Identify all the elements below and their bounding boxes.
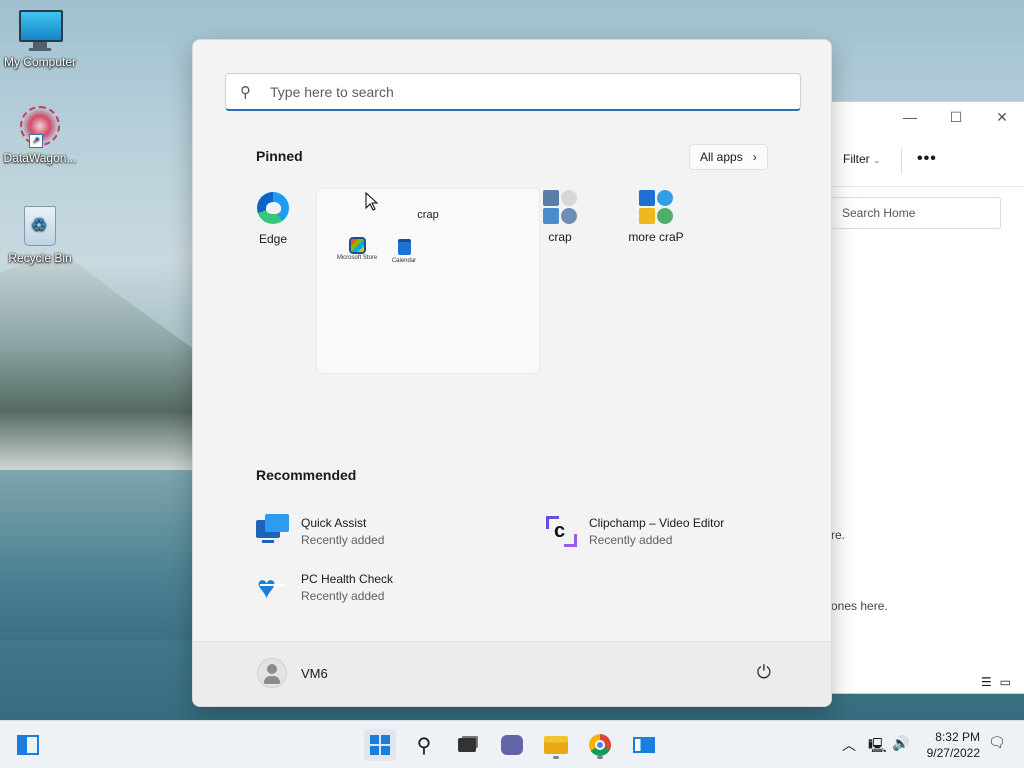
- windows-logo-icon: [370, 735, 390, 755]
- mouse-cursor-icon: [365, 192, 379, 211]
- recommended-pc-health-check[interactable]: ♥ PC Health Check Recently added: [256, 570, 393, 604]
- wallpaper-lake: [0, 470, 200, 640]
- microsoft-store-icon: [348, 237, 366, 254]
- power-icon[interactable]: ⏻: [757, 662, 771, 683]
- pinned-folder-crap[interactable]: crap: [515, 190, 605, 244]
- more-options-button[interactable]: •••: [917, 150, 937, 168]
- folder-title: crap: [417, 209, 439, 221]
- pinned-folder-more-crap[interactable]: more craP: [611, 190, 701, 244]
- chrome-icon: [589, 734, 611, 756]
- window-app-icon: [633, 737, 655, 753]
- widgets-icon: [17, 735, 39, 755]
- pinned-app-label: crap: [548, 230, 572, 244]
- folder-icon: [544, 736, 568, 754]
- recommended-subtitle: Recently added: [589, 533, 673, 547]
- app-window-button[interactable]: [628, 729, 660, 761]
- recommended-subtitle: Recently added: [301, 589, 385, 603]
- minimize-button[interactable]: —: [887, 102, 933, 132]
- notification-icon[interactable]: 🗨: [988, 734, 1006, 751]
- recycle-bin-icon: [19, 206, 61, 248]
- chevron-up-icon[interactable]: ︿: [842, 735, 856, 755]
- filter-button[interactable]: Filter ⌄: [843, 152, 881, 166]
- chevron-down-icon: ⌄: [873, 155, 881, 165]
- calendar-icon: [397, 239, 411, 255]
- maximize-button[interactable]: ☐: [933, 102, 979, 132]
- desktop-icon-datawagon[interactable]: ↗ DataWagon...: [0, 106, 80, 165]
- search-icon: ⚲: [416, 734, 432, 757]
- pinned-app-label: Edge: [258, 232, 288, 246]
- clock-date: 9/27/2022: [926, 746, 980, 760]
- folder-app-calendar[interactable]: Calendar: [379, 239, 429, 264]
- explorer-text-fragment: ones here.: [831, 599, 888, 613]
- pinned-app-label: more craP: [628, 230, 684, 244]
- recommended-title: Recommended: [256, 467, 357, 483]
- user-account-button[interactable]: VM6: [257, 658, 328, 688]
- recommended-subtitle: Recently added: [301, 533, 385, 547]
- running-indicator: [553, 756, 559, 759]
- avatar: [257, 658, 287, 688]
- pinned-title: Pinned: [256, 148, 303, 164]
- search-home-input[interactable]: Search Home: [831, 197, 1001, 229]
- datawagon-icon: ↗: [19, 106, 61, 148]
- recommended-name: Clipchamp – Video Editor: [589, 516, 725, 530]
- desktop-icon-recycle-bin[interactable]: Recycle Bin: [0, 206, 80, 265]
- start-menu-footer: VM6 ⏻: [193, 641, 831, 706]
- folder-grid-icon: [543, 190, 577, 224]
- clipchamp-icon: c: [544, 514, 578, 548]
- pinned-app-edge[interactable]: Edge: [228, 192, 318, 246]
- start-menu: ⚲ Pinned All apps › Edge crap Microsoft …: [192, 39, 832, 707]
- volume-icon[interactable]: 🔊: [892, 735, 909, 752]
- clock-time: 8:32 PM: [935, 730, 980, 744]
- chevron-right-icon: ›: [752, 150, 757, 164]
- explorer-text-fragment: re.: [831, 528, 846, 542]
- desktop-icon-label: Recycle Bin: [8, 251, 72, 265]
- clock[interactable]: 8:32 PM 9/27/2022: [927, 729, 980, 761]
- chrome-button[interactable]: [584, 729, 616, 761]
- folder-grid-icon: [639, 190, 673, 224]
- teams-chat-button[interactable]: [496, 729, 528, 761]
- start-search-box[interactable]: ⚲: [225, 73, 801, 111]
- recommended-quick-assist[interactable]: Quick Assist Recently added: [256, 514, 384, 548]
- running-indicator: [597, 756, 603, 759]
- heart-pulse-icon: ♥: [256, 570, 290, 604]
- task-view-icon: [458, 738, 476, 752]
- edge-icon: [256, 192, 290, 226]
- pinned-folder-expanded[interactable]: crap Microsoft Store Calendar: [316, 188, 540, 374]
- start-search-input[interactable]: [268, 82, 772, 101]
- wallpaper-mountain: [0, 250, 200, 480]
- desktop-icon-label: My Computer: [3, 55, 77, 69]
- file-explorer-button[interactable]: [540, 729, 572, 761]
- tiles-view-icon[interactable]: ▭: [1000, 675, 1011, 689]
- folder-app-microsoft-store[interactable]: Microsoft Store: [332, 237, 382, 261]
- taskbar-search-button[interactable]: ⚲: [408, 729, 440, 761]
- taskbar: ⚲ ︿ 🖳 🔊 8:32 PM 9/27/2022 🗨: [0, 720, 1024, 768]
- widgets-button[interactable]: [12, 729, 44, 761]
- quick-assist-icon: [256, 514, 290, 548]
- recommended-name: PC Health Check: [301, 572, 394, 586]
- user-name: VM6: [301, 665, 328, 681]
- details-view-icon[interactable]: ☰: [981, 675, 992, 689]
- network-icon[interactable]: 🖳: [868, 735, 887, 759]
- close-button[interactable]: ✕: [979, 102, 1024, 132]
- shortcut-arrow-icon: ↗: [29, 134, 43, 148]
- recommended-name: Quick Assist: [301, 516, 367, 530]
- toolbar-separator: [901, 148, 902, 174]
- desktop-icon-label: DataWagon...: [3, 151, 77, 165]
- recommended-clipchamp[interactable]: c Clipchamp – Video Editor Recently adde…: [544, 514, 724, 548]
- search-icon: ⚲: [240, 83, 251, 101]
- task-view-button[interactable]: [451, 729, 483, 761]
- chat-icon: [501, 735, 523, 755]
- start-button[interactable]: [364, 729, 396, 761]
- all-apps-button[interactable]: All apps ›: [689, 144, 768, 170]
- computer-icon: [19, 10, 63, 52]
- desktop-icon-my-computer[interactable]: My Computer: [0, 10, 80, 69]
